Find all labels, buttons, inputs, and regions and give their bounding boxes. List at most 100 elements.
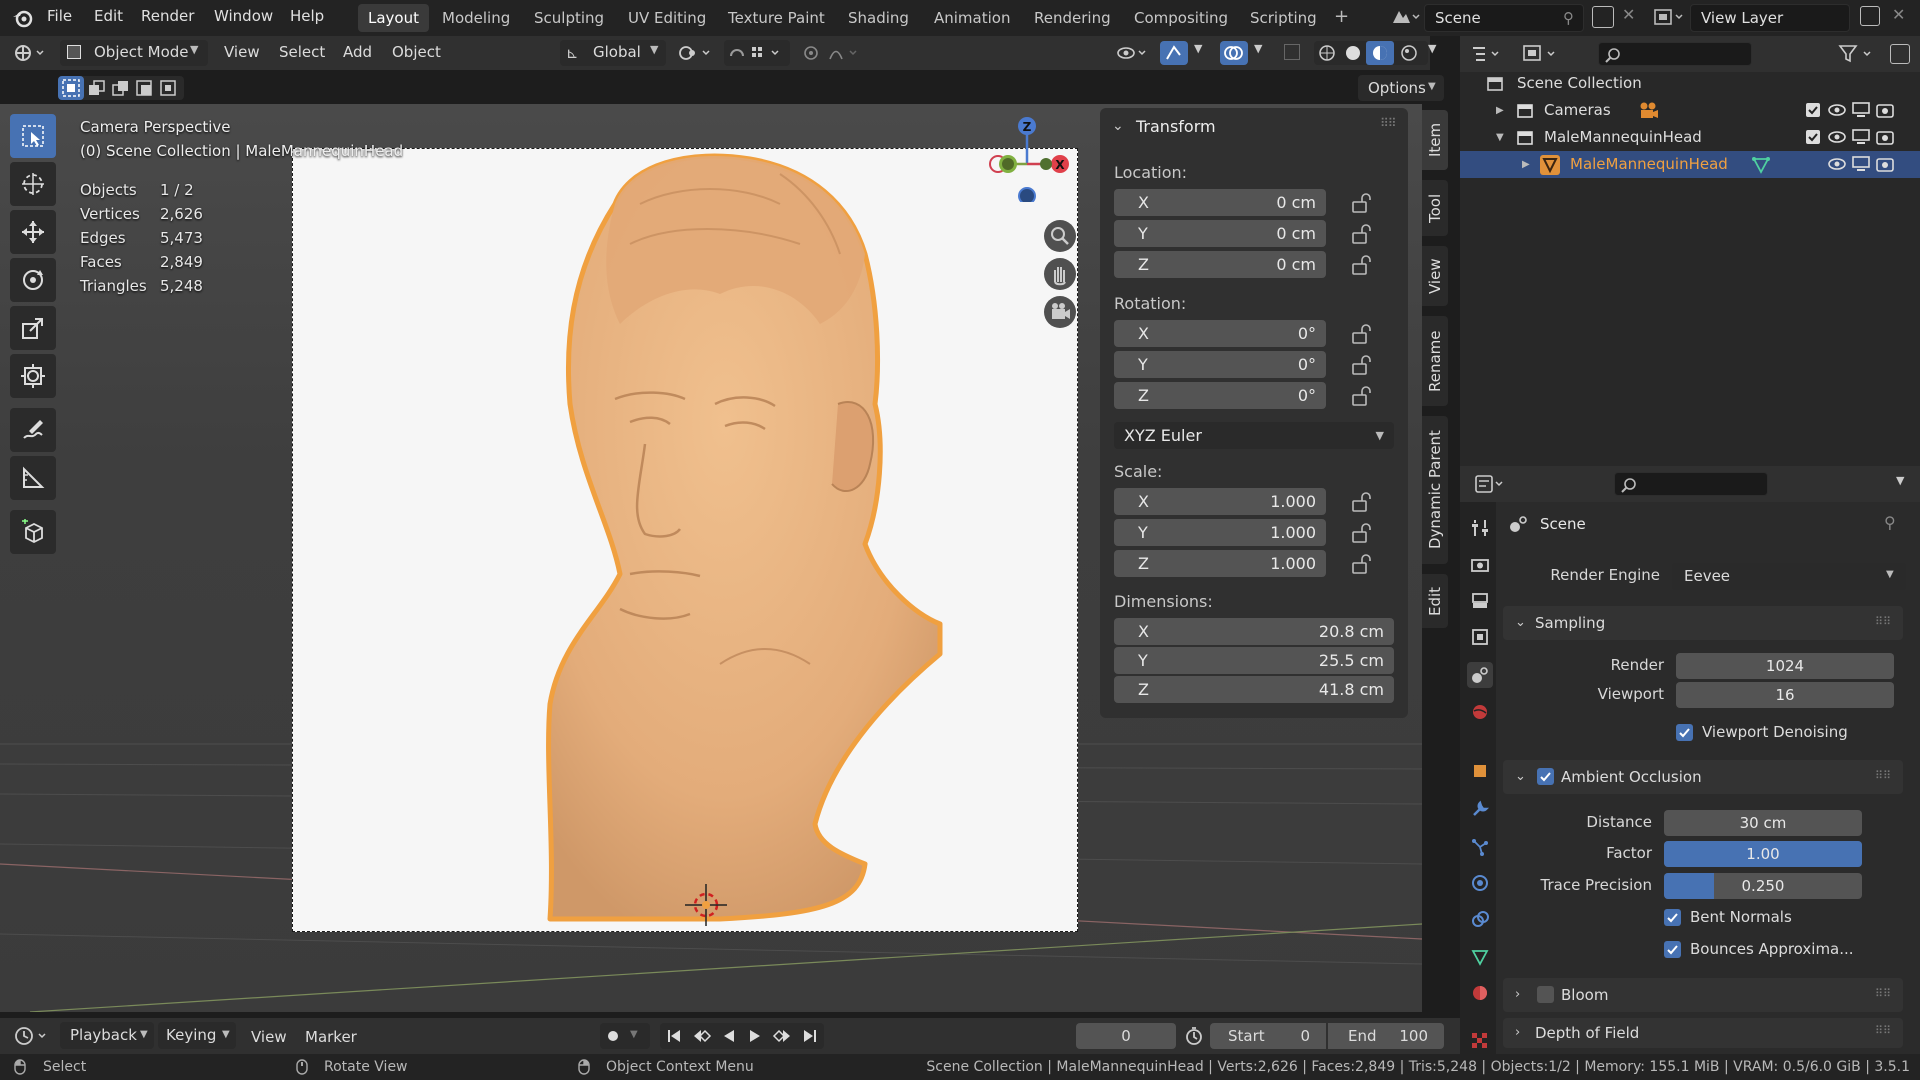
mannequin-head-model[interactable] [520, 144, 960, 934]
bloom-checkbox[interactable] [1537, 986, 1554, 1003]
pan-hand-icon[interactable] [1044, 258, 1076, 290]
viewport-display-icon[interactable] [1852, 156, 1870, 172]
ao-factor-slider[interactable]: 1.00 [1664, 841, 1862, 867]
rotation-z-field[interactable]: Z 0° [1114, 382, 1326, 409]
menu-select[interactable]: Select [279, 43, 325, 61]
jump-start-icon[interactable] [666, 1028, 682, 1044]
drag-handle-icon[interactable]: ⠿⠿ [1875, 605, 1891, 639]
drag-handle-icon[interactable]: ⠿⠿ [1380, 116, 1397, 130]
bent-normals-checkbox[interactable] [1664, 909, 1681, 926]
scene-selector-icon[interactable] [1390, 6, 1420, 28]
viewport-display-icon[interactable] [1852, 102, 1870, 118]
sampling-render-field[interactable]: 1024 [1676, 653, 1894, 679]
proportional-editing-icon[interactable] [800, 42, 864, 64]
sampling-viewport-field[interactable]: 16 [1676, 682, 1894, 708]
properties-editor-type-icon[interactable] [1474, 474, 1510, 494]
unlock-icon[interactable] [1350, 254, 1374, 276]
move-tool-icon[interactable] [10, 210, 56, 254]
outliner-row-scene-collection[interactable]: Scene Collection [1460, 70, 1920, 97]
add-cube-tool-icon[interactable] [10, 510, 56, 554]
menu-window[interactable]: Window [214, 7, 273, 25]
scale-x-field[interactable]: X 1.000 [1114, 488, 1326, 515]
play-icon[interactable] [748, 1028, 762, 1044]
delete-scene-icon[interactable]: ✕ [1622, 5, 1635, 24]
dimensions-x-field[interactable]: X 20.8 cm [1114, 618, 1394, 645]
dimensions-z-field[interactable]: Z 41.8 cm [1114, 676, 1394, 703]
pin-icon[interactable]: ⚲ [1884, 513, 1896, 532]
outliner-editor-type-icon[interactable] [1470, 44, 1506, 64]
tab-scripting[interactable]: Scripting [1240, 4, 1327, 32]
pin-icon[interactable]: ⚲ [1563, 9, 1574, 27]
outliner-row-mannequin-collection[interactable]: ▼ MaleMannequinHead [1460, 124, 1920, 151]
navigation-gizmo[interactable]: Z X [978, 112, 1076, 202]
object-tab-icon[interactable] [1467, 758, 1493, 784]
material-tab-icon[interactable] [1467, 980, 1493, 1006]
stopwatch-icon[interactable] [1184, 1026, 1204, 1046]
unlock-icon[interactable] [1350, 192, 1374, 214]
viewport-display-icon[interactable] [1852, 129, 1870, 145]
menu-object[interactable]: Object [392, 43, 441, 61]
transform-tool-icon[interactable] [10, 354, 56, 398]
texture-tab-icon[interactable] [1467, 1028, 1493, 1054]
tool-tab-icon[interactable] [1467, 515, 1493, 541]
exclude-checkbox[interactable] [1806, 103, 1820, 117]
chevron-down-icon[interactable]: ▼ [1194, 42, 1202, 55]
sampling-section-header[interactable]: ⌄ Sampling ⠿⠿ [1503, 606, 1903, 640]
collapse-chevron-icon[interactable]: ⌄ [1112, 118, 1124, 134]
editor-type-icon[interactable] [12, 42, 52, 64]
auto-keying-toggle[interactable]: ▼ [600, 1023, 650, 1049]
unlock-icon[interactable] [1350, 354, 1374, 376]
playback-dropdown[interactable]: Playback ▼ [60, 1022, 154, 1049]
sidebar-tab-view[interactable]: View [1422, 246, 1448, 306]
ao-distance-field[interactable]: 30 cm [1664, 810, 1862, 836]
start-frame-field[interactable]: Start 0 [1210, 1023, 1326, 1049]
expand-arrow-icon[interactable]: ▶ [1522, 151, 1530, 178]
eye-icon[interactable] [1828, 130, 1846, 144]
view-layer-field[interactable]: View Layer [1690, 4, 1850, 32]
current-frame-field[interactable]: 0 [1076, 1023, 1176, 1049]
rotate-tool-icon[interactable] [10, 258, 56, 302]
render-camera-icon[interactable] [1876, 156, 1894, 172]
unlock-icon[interactable] [1350, 522, 1374, 544]
location-z-field[interactable]: Z 0 cm [1114, 251, 1326, 278]
blender-logo-icon[interactable] [12, 8, 34, 28]
viewport-denoising-checkbox[interactable] [1676, 724, 1693, 741]
select-extend-icon[interactable] [88, 80, 106, 96]
location-x-field[interactable]: X 0 cm [1114, 189, 1326, 216]
eye-icon[interactable] [1828, 157, 1846, 171]
camera-view-icon[interactable] [1044, 296, 1076, 328]
rotation-x-field[interactable]: X 0° [1114, 320, 1326, 347]
wireframe-shading-icon[interactable] [1318, 44, 1336, 62]
new-scene-icon[interactable] [1592, 6, 1614, 28]
drag-handle-icon[interactable]: ⠿⠿ [1875, 759, 1891, 793]
view-layer-tab-icon[interactable] [1467, 624, 1493, 650]
chevron-down-icon[interactable]: ▼ [1428, 42, 1436, 55]
output-tab-icon[interactable] [1467, 588, 1493, 614]
keying-dropdown[interactable]: Keying ▼ [158, 1022, 236, 1049]
unlock-icon[interactable] [1350, 323, 1374, 345]
eye-icon[interactable] [1828, 103, 1846, 117]
constraints-tab-icon[interactable] [1467, 906, 1493, 932]
scale-z-field[interactable]: Z 1.000 [1114, 550, 1326, 577]
sidebar-tab-item[interactable]: Item [1422, 110, 1448, 170]
overlays-toggle-icon[interactable] [1220, 41, 1248, 65]
display-mode-icon[interactable] [1522, 44, 1562, 64]
view-layer-icon[interactable] [1652, 6, 1686, 28]
select-intersect-icon[interactable] [160, 80, 178, 96]
select-new-icon[interactable] [58, 76, 84, 100]
physics-tab-icon[interactable] [1467, 870, 1493, 896]
dimensions-y-field[interactable]: Y 25.5 cm [1114, 647, 1394, 674]
add-workspace-icon[interactable]: + [1334, 6, 1349, 27]
scale-tool-icon[interactable] [10, 306, 56, 350]
menu-view[interactable]: View [224, 43, 260, 61]
play-reverse-icon[interactable] [722, 1028, 736, 1044]
xray-toggle-icon[interactable] [1284, 44, 1300, 60]
rendered-shading-icon[interactable] [1400, 44, 1418, 62]
sidebar-tab-tool[interactable]: Tool [1422, 180, 1448, 236]
tab-rendering[interactable]: Rendering [1024, 4, 1121, 32]
object-mode-dropdown[interactable]: Object Mode ▼ [60, 40, 208, 66]
zoom-icon[interactable] [1044, 220, 1076, 252]
scene-name-field[interactable]: Scene ⚲ [1424, 4, 1584, 32]
properties-search-input[interactable] [1614, 472, 1768, 496]
transform-orientation-dropdown[interactable]: ⊾ Global ▼ [560, 40, 666, 66]
